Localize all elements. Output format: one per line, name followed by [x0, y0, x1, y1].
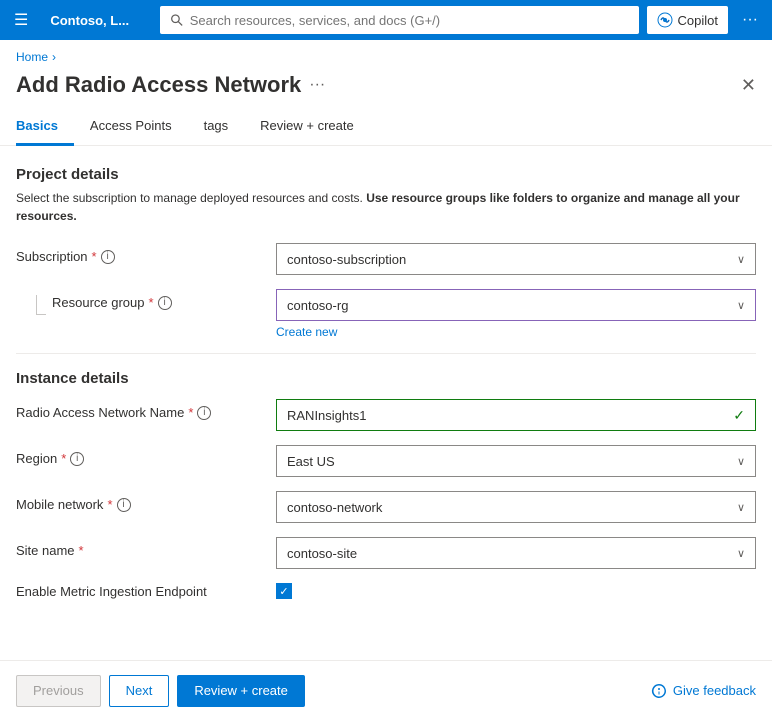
resource-group-label: Resource group * i: [52, 295, 172, 310]
search-input[interactable]: [190, 13, 629, 28]
previous-button[interactable]: Previous: [16, 675, 101, 707]
more-options-icon[interactable]: ···: [736, 7, 764, 33]
next-button[interactable]: Next: [109, 675, 170, 707]
region-chevron-icon: ∨: [737, 455, 745, 468]
site-name-chevron-icon: ∨: [737, 547, 745, 560]
region-dropdown[interactable]: East US ∨: [276, 445, 756, 477]
tab-access-points[interactable]: Access Points: [74, 110, 188, 146]
instance-details-section: Instance details: [16, 370, 756, 387]
resource-group-row: Resource group * i contoso-rg ∨ Create n…: [16, 289, 756, 339]
enable-metric-label: Enable Metric Ingestion Endpoint: [16, 584, 276, 599]
enable-metric-checkbox-wrap: ✓: [276, 583, 292, 599]
resource-group-dropdown[interactable]: contoso-rg ∨: [276, 289, 756, 321]
subscription-info-icon[interactable]: i: [101, 250, 115, 264]
subscription-dropdown[interactable]: contoso-subscription ∨: [276, 243, 756, 275]
ran-name-check-icon: ✓: [733, 407, 745, 424]
mobile-network-label: Mobile network * i: [16, 491, 276, 512]
mobile-network-dropdown[interactable]: contoso-network ∨: [276, 491, 756, 523]
breadcrumb: Home ›: [0, 40, 772, 68]
site-name-row: Site name * contoso-site ∨: [16, 537, 756, 569]
resource-group-value: contoso-rg: [287, 298, 348, 313]
site-name-required: *: [79, 543, 84, 558]
mobile-network-info-icon[interactable]: i: [117, 498, 131, 512]
copilot-button[interactable]: Copilot: [647, 6, 728, 34]
instance-details-title: Instance details: [16, 370, 756, 387]
site-name-dropdown[interactable]: contoso-site ∨: [276, 537, 756, 569]
main-content: Project details Select the subscription …: [0, 146, 772, 631]
resource-group-control: contoso-rg ∨ Create new: [276, 289, 756, 339]
close-button[interactable]: ✕: [741, 75, 756, 96]
subscription-label: Subscription * i: [16, 243, 276, 264]
ran-name-value: RANInsights1: [287, 408, 366, 423]
breadcrumb-home[interactable]: Home: [16, 50, 48, 64]
subscription-value: contoso-subscription: [287, 252, 406, 267]
hamburger-menu-icon[interactable]: ☰: [8, 6, 34, 34]
review-create-button[interactable]: Review + create: [177, 675, 305, 707]
region-control: East US ∨: [276, 445, 756, 477]
checkbox-check-icon: ✓: [279, 585, 288, 598]
footer: Previous Next Review + create Give feedb…: [0, 660, 772, 720]
feedback-icon: [651, 683, 667, 699]
page-header: Add Radio Access Network ··· ✕: [0, 68, 772, 110]
mobile-network-chevron-icon: ∨: [737, 501, 745, 514]
region-label: Region * i: [16, 445, 276, 466]
site-name-label: Site name *: [16, 537, 276, 558]
subscription-row: Subscription * i contoso-subscription ∨: [16, 243, 756, 275]
region-required: *: [61, 451, 66, 466]
tab-basics[interactable]: Basics: [16, 110, 74, 146]
search-bar[interactable]: [160, 6, 638, 34]
breadcrumb-separator: ›: [52, 50, 56, 64]
create-new-link[interactable]: Create new: [276, 325, 756, 339]
region-row: Region * i East US ∨: [16, 445, 756, 477]
give-feedback-label: Give feedback: [673, 683, 756, 698]
tab-review-create[interactable]: Review + create: [244, 110, 370, 146]
resource-group-info-icon[interactable]: i: [158, 296, 172, 310]
resource-group-chevron-icon: ∨: [737, 299, 745, 312]
site-name-value: contoso-site: [287, 546, 357, 561]
page-title: Add Radio Access Network: [16, 72, 301, 98]
project-details-desc: Select the subscription to manage deploy…: [16, 189, 756, 225]
mobile-network-row: Mobile network * i contoso-network ∨: [16, 491, 756, 523]
enable-metric-checkbox[interactable]: ✓: [276, 583, 292, 599]
ran-name-row: Radio Access Network Name * i RANInsight…: [16, 399, 756, 431]
region-info-icon[interactable]: i: [70, 452, 84, 466]
mobile-network-value: contoso-network: [287, 500, 382, 515]
ran-name-required: *: [188, 405, 193, 420]
page-more-options[interactable]: ···: [309, 76, 325, 94]
subscription-required: *: [92, 249, 97, 264]
mobile-network-required: *: [107, 497, 112, 512]
ran-name-control: RANInsights1 ✓: [276, 399, 756, 431]
resource-group-required: *: [149, 295, 154, 310]
section-divider: [16, 353, 756, 354]
tab-tags[interactable]: tags: [188, 110, 245, 146]
tab-bar: Basics Access Points tags Review + creat…: [0, 110, 772, 146]
project-details-title: Project details: [16, 166, 756, 183]
copilot-icon: [657, 12, 673, 28]
ran-name-dropdown[interactable]: RANInsights1 ✓: [276, 399, 756, 431]
subscription-chevron-icon: ∨: [737, 253, 745, 266]
top-navigation: ☰ Contoso, L... Copilot ···: [0, 0, 772, 40]
search-icon: [170, 13, 183, 27]
mobile-network-control: contoso-network ∨: [276, 491, 756, 523]
give-feedback-link[interactable]: Give feedback: [651, 683, 756, 699]
region-value: East US: [287, 454, 335, 469]
ran-name-info-icon[interactable]: i: [197, 406, 211, 420]
enable-metric-row: Enable Metric Ingestion Endpoint ✓: [16, 583, 756, 599]
tenant-name[interactable]: Contoso, L...: [42, 13, 152, 28]
ran-name-label: Radio Access Network Name * i: [16, 399, 276, 420]
copilot-label: Copilot: [678, 13, 718, 28]
site-name-control: contoso-site ∨: [276, 537, 756, 569]
subscription-control: contoso-subscription ∨: [276, 243, 756, 275]
